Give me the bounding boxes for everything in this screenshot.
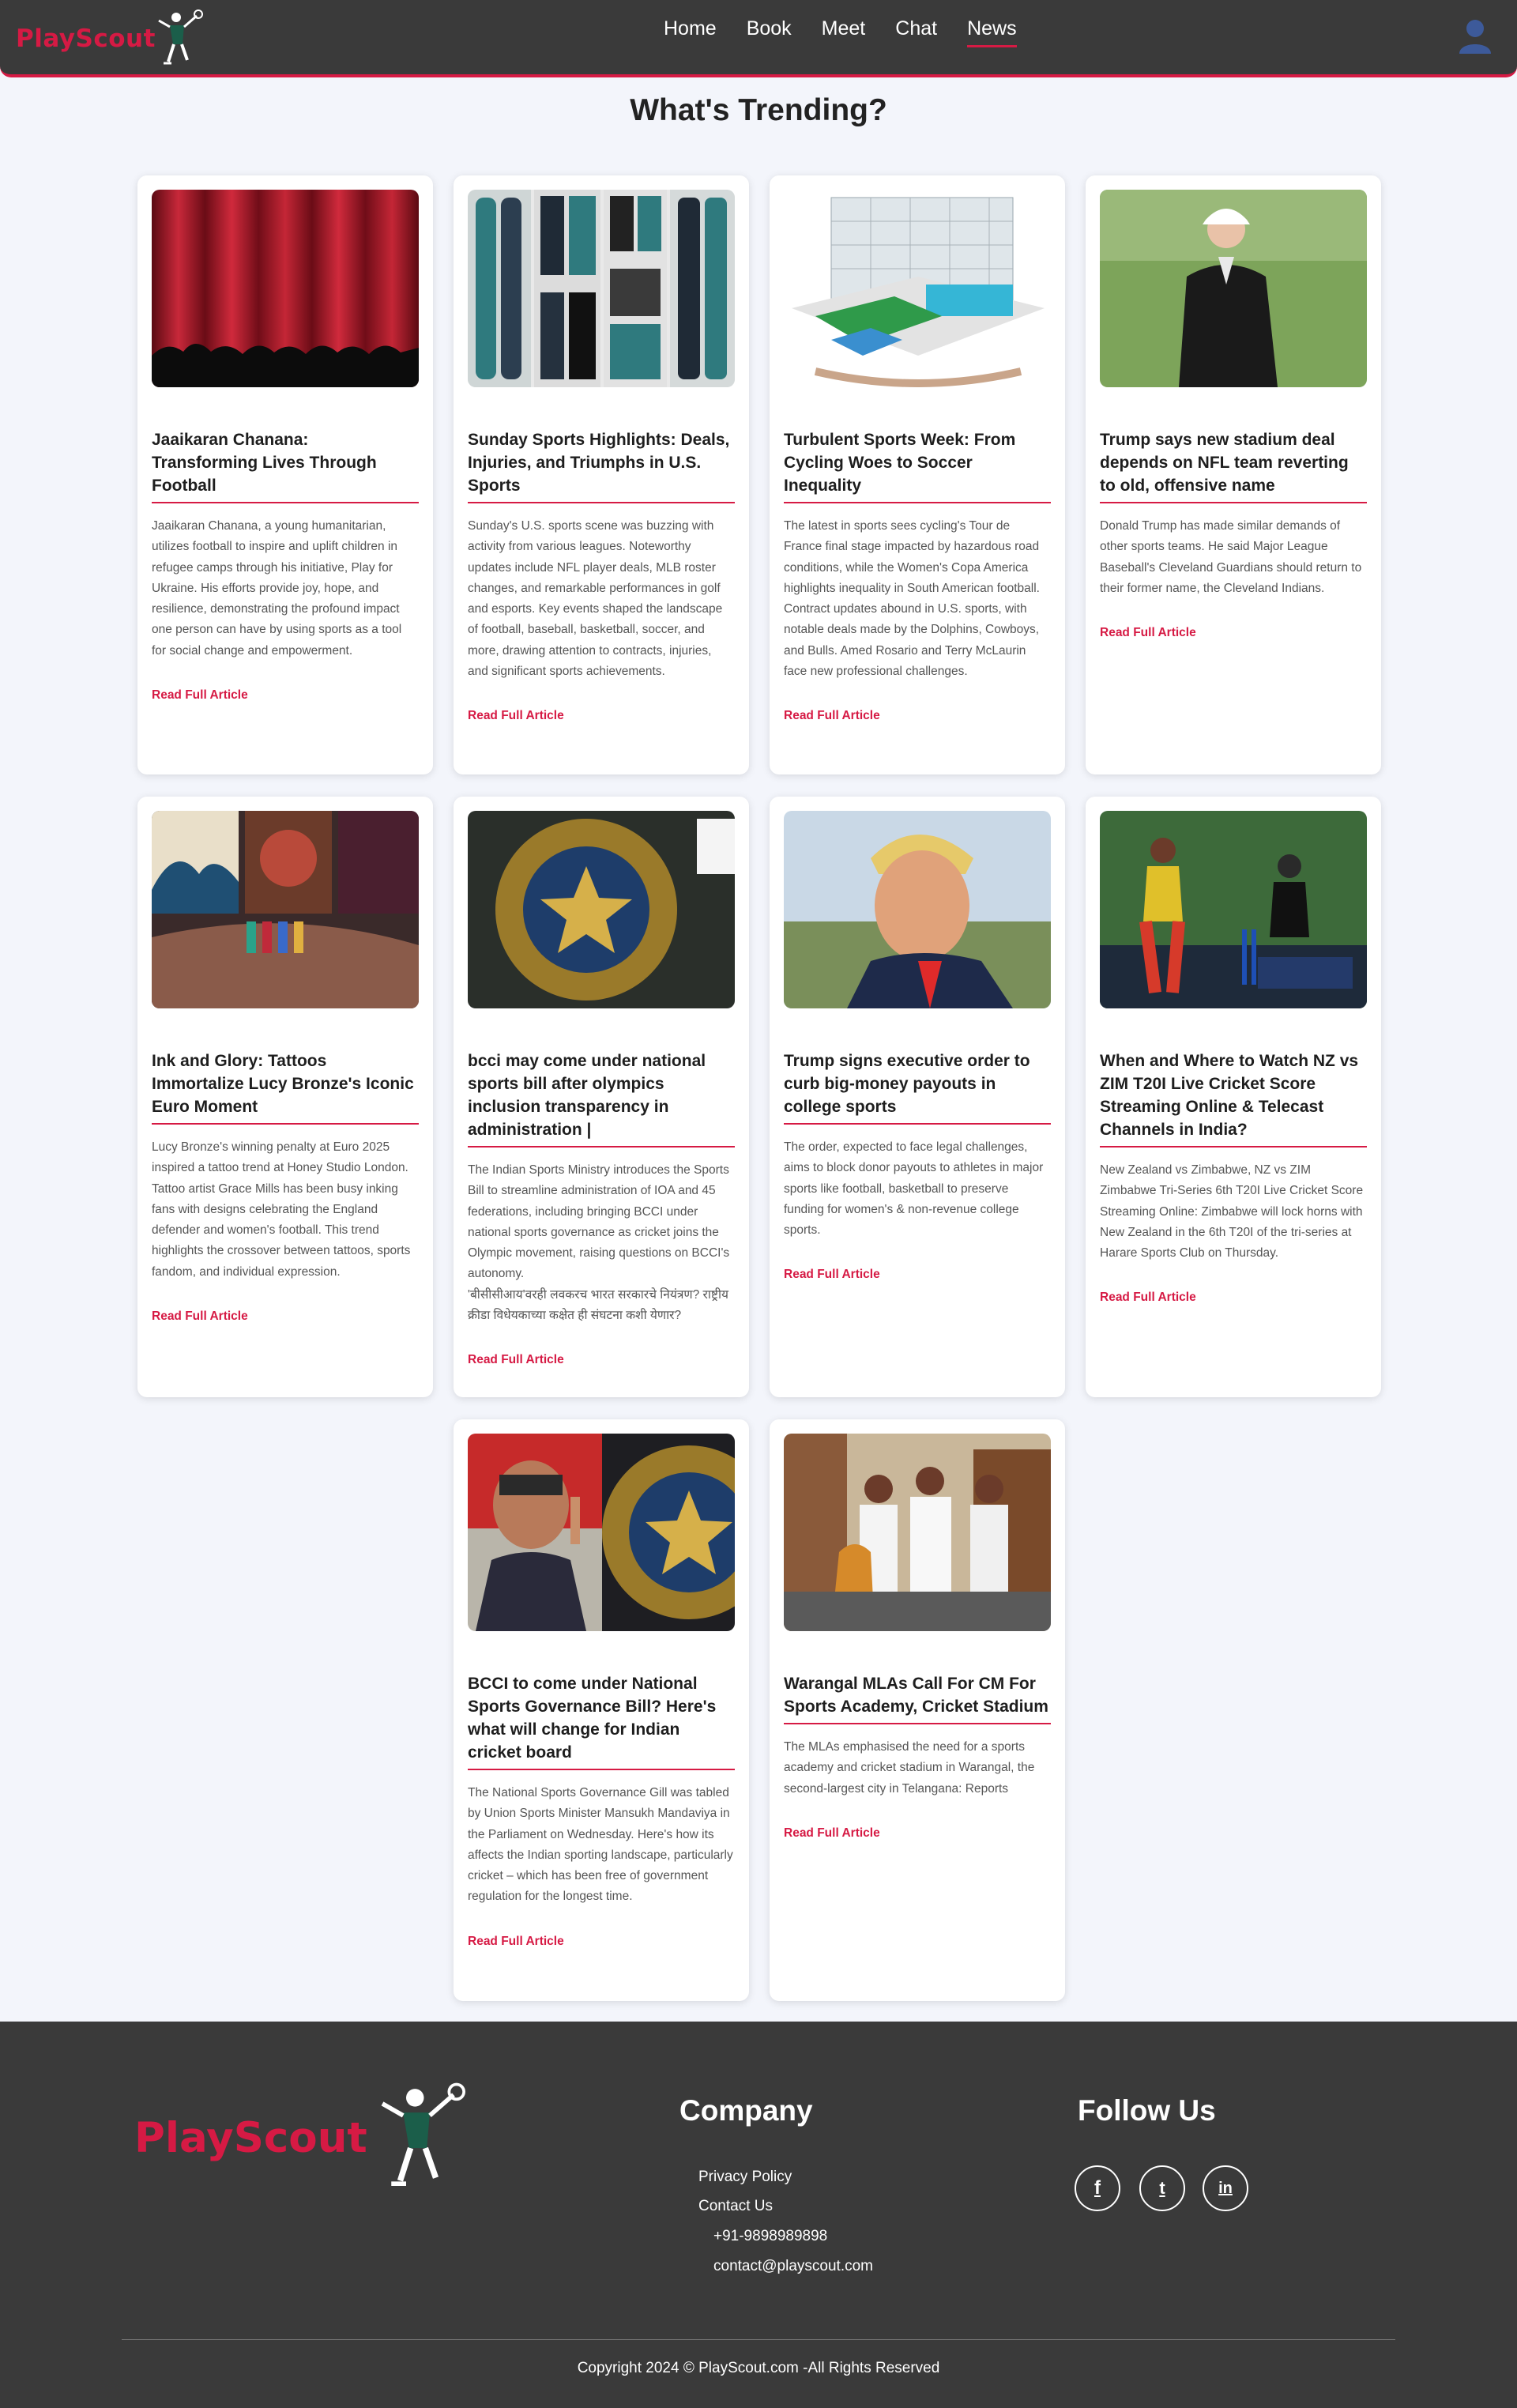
- user-icon[interactable]: [1458, 17, 1493, 55]
- footer: PlayScout Company Privacy Policy Contact…: [0, 2022, 1517, 2408]
- article-description: The Indian Sports Ministry introduces th…: [468, 1160, 735, 1326]
- phone-number: +91-9898989898: [713, 2228, 828, 2244]
- news-card: Jaaikaran Chanana: Transforming Lives Th…: [137, 175, 433, 774]
- article-description: The National Sports Governance Gill was …: [468, 1786, 733, 1904]
- footer-logo-text: PlayScout: [134, 2113, 367, 2162]
- contact-us-link[interactable]: Contact Us: [698, 2198, 773, 2215]
- twitter-icon[interactable]: t: [1139, 2165, 1185, 2211]
- article-title[interactable]: Sunday Sports Highlights: Deals, Injurie…: [468, 428, 735, 503]
- footer-logo[interactable]: PlayScout: [134, 2078, 465, 2197]
- email-link[interactable]: contact@playscout.com: [713, 2258, 873, 2275]
- read-full-article-link[interactable]: Read Full Article: [468, 1353, 564, 1367]
- read-full-article-link[interactable]: Read Full Article: [784, 1268, 880, 1282]
- news-card: When and Where to Watch NZ vs ZIM T20I L…: [1086, 797, 1381, 1397]
- copyright-text: Copyright 2024 © PlayScout.com -All Righ…: [577, 2360, 940, 2376]
- news-card: bcci may come under national sports bill…: [454, 797, 749, 1397]
- news-card: Ink and Glory: Tattoos Immortalize Lucy …: [137, 797, 433, 1397]
- portrait-image: [784, 811, 1051, 1008]
- sportswear-collage-image: [468, 190, 735, 387]
- theater-curtain-image: [152, 190, 419, 387]
- article-description: Donald Trump has made similar demands of…: [1100, 519, 1362, 595]
- minister-bcci-image: [468, 1434, 735, 1631]
- news-card: BCCI to come under National Sports Gover…: [454, 1419, 749, 2001]
- follow-us-heading: Follow Us: [1078, 2094, 1216, 2127]
- nav-news[interactable]: News: [967, 17, 1017, 47]
- facebook-icon[interactable]: f: [1075, 2165, 1120, 2211]
- nav-chat[interactable]: Chat: [895, 17, 937, 47]
- footer-divider: [122, 2339, 1395, 2340]
- article-title[interactable]: Warangal MLAs Call For CM For Sports Aca…: [784, 1672, 1051, 1724]
- article-title[interactable]: BCCI to come under National Sports Gover…: [468, 1672, 735, 1770]
- article-description: The latest in sports sees cycling's Tour…: [784, 519, 1040, 679]
- article-description: New Zealand vs Zimbabwe, NZ vs ZIM Zimba…: [1100, 1163, 1364, 1261]
- company-heading: Company: [679, 2094, 813, 2127]
- nav-home[interactable]: Home: [664, 17, 717, 47]
- read-full-article-link[interactable]: Read Full Article: [468, 1935, 564, 1949]
- article-title[interactable]: Turbulent Sports Week: From Cycling Woes…: [784, 428, 1051, 503]
- golf-course-image: [1100, 190, 1367, 387]
- news-card: Sunday Sports Highlights: Deals, Injurie…: [454, 175, 749, 774]
- article-title[interactable]: When and Where to Watch NZ vs ZIM T20I L…: [1100, 1049, 1367, 1147]
- article-description-marathi: 'बीसीसीआय'वरही लवकरच भारत सरकारचे नियंत्…: [468, 1287, 728, 1323]
- read-full-article-link[interactable]: Read Full Article: [468, 709, 564, 723]
- nav-book[interactable]: Book: [747, 17, 792, 47]
- sports-complex-image: [784, 190, 1051, 387]
- article-title[interactable]: bcci may come under national sports bill…: [468, 1049, 735, 1147]
- article-description-en: The Indian Sports Ministry introduces th…: [468, 1163, 730, 1281]
- read-full-article-link[interactable]: Read Full Article: [784, 709, 880, 723]
- news-card: Trump signs executive order to curb big-…: [770, 797, 1065, 1397]
- page-title: What's Trending?: [630, 93, 887, 127]
- article-description: Sunday's U.S. sports scene was buzzing w…: [468, 519, 723, 679]
- badminton-player-icon: [381, 2082, 465, 2186]
- read-full-article-link[interactable]: Read Full Article: [1100, 626, 1196, 640]
- cricket-match-image: [1100, 811, 1367, 1008]
- linkedin-icon[interactable]: in: [1203, 2165, 1248, 2211]
- article-description: The MLAs emphasised the need for a sport…: [784, 1740, 1035, 1796]
- read-full-article-link[interactable]: Read Full Article: [1100, 1291, 1196, 1305]
- logo[interactable]: PlayScout: [16, 8, 203, 70]
- article-description: Lucy Bronze's winning penalty at Euro 20…: [152, 1140, 411, 1279]
- read-full-article-link[interactable]: Read Full Article: [152, 688, 248, 703]
- news-card: Trump says new stadium deal depends on N…: [1086, 175, 1381, 774]
- nav-meet[interactable]: Meet: [822, 17, 866, 47]
- news-card: Warangal MLAs Call For CM For Sports Aca…: [770, 1419, 1065, 2001]
- read-full-article-link[interactable]: Read Full Article: [784, 1826, 880, 1841]
- article-description: The order, expected to face legal challe…: [784, 1140, 1044, 1238]
- article-title[interactable]: Ink and Glory: Tattoos Immortalize Lucy …: [152, 1049, 419, 1125]
- meeting-group-image: [784, 1434, 1051, 1631]
- privacy-policy-link[interactable]: Privacy Policy: [698, 2169, 792, 2186]
- article-description: Jaaikaran Chanana, a young humanitarian,…: [152, 519, 402, 658]
- logo-text: PlayScout: [16, 24, 156, 53]
- main-nav: Home Book Meet Chat News: [664, 17, 1047, 47]
- news-card: Turbulent Sports Week: From Cycling Woes…: [770, 175, 1065, 774]
- badminton-player-icon: [158, 9, 203, 65]
- read-full-article-link[interactable]: Read Full Article: [152, 1310, 248, 1324]
- article-title[interactable]: Jaaikaran Chanana: Transforming Lives Th…: [152, 428, 419, 503]
- bcci-logo-image: [468, 811, 735, 1008]
- article-title[interactable]: Trump says new stadium deal depends on N…: [1100, 428, 1367, 503]
- article-title[interactable]: Trump signs executive order to curb big-…: [784, 1049, 1051, 1125]
- top-navbar: PlayScout Home Book Meet Chat News: [0, 0, 1517, 77]
- tattoo-studio-image: [152, 811, 419, 1008]
